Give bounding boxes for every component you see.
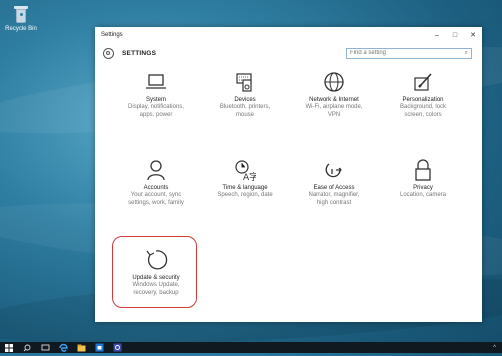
task-view-icon[interactable] [36, 342, 54, 353]
tray-chevron[interactable]: ^ [493, 345, 496, 351]
svg-text:A字: A字 [243, 171, 256, 181]
tile-name: Accounts [143, 185, 169, 191]
recycle-bin-label: Recycle Bin [5, 26, 37, 32]
tile-desc: Speech, region, date [217, 192, 273, 198]
tile-desc: mouse [235, 111, 254, 118]
recycle-bin-icon [13, 6, 29, 24]
edge-icon[interactable] [54, 342, 72, 353]
tile-desc: high contrast [316, 199, 352, 206]
tile-system[interactable]: System Display, notifications, apps, pow… [108, 71, 204, 119]
taskbar: ^ [0, 342, 502, 353]
tile-desc: VPN [327, 111, 341, 118]
tile-name: Time & language [222, 185, 268, 191]
tile-time-language[interactable]: A字 Time & language Speech, region, date [197, 159, 293, 200]
globe-icon [286, 71, 382, 93]
person-icon [108, 159, 204, 181]
minimize-button[interactable]: – [428, 27, 446, 43]
maximize-button[interactable]: □ [446, 27, 464, 43]
tile-name: Ease of Access [313, 185, 355, 191]
tile-desc: Location, camera [399, 192, 447, 198]
file-explorer-icon[interactable] [72, 342, 90, 353]
search-icon[interactable] [18, 342, 36, 353]
tile-ease-of-access[interactable]: Ease of Access Narrator, magnifier, high… [286, 159, 382, 207]
close-button[interactable]: ✕ [464, 27, 482, 43]
tile-desc: Your account, sync [130, 192, 182, 198]
start-icon[interactable] [0, 342, 18, 353]
tile-desc: apps, power [139, 111, 173, 118]
title-bar: Settings – □ ✕ [95, 27, 482, 43]
settings-window: Settings – □ ✕ SETTINGS ⌕ System Display… [95, 27, 482, 322]
search-icon: ⌕ [464, 49, 468, 56]
recycle-bin[interactable]: Recycle Bin [4, 6, 38, 32]
search-box[interactable]: ⌕ [346, 47, 472, 59]
tile-desc: Background, lock [399, 104, 447, 110]
brush-icon [375, 71, 471, 93]
tile-name: Personalization [402, 97, 444, 103]
highlight-ring [112, 236, 197, 308]
store-icon[interactable] [90, 342, 108, 353]
keyboard-speaker-icon [197, 71, 293, 93]
laptop-icon [108, 71, 204, 93]
tile-privacy[interactable]: Privacy Location, camera [375, 159, 471, 200]
tile-name: Network & Internet [309, 97, 359, 103]
tile-desc: settings, work, family [128, 199, 184, 206]
page-title: SETTINGS [122, 49, 157, 57]
window-title: Settings [101, 32, 123, 38]
lock-icon [375, 159, 471, 181]
tile-desc: screen, colors [404, 111, 442, 118]
tile-name: Devices [234, 97, 256, 103]
tile-accounts[interactable]: Accounts Your account, sync settings, wo… [108, 159, 204, 207]
settings-header: SETTINGS ⌕ [95, 43, 482, 63]
tile-personalization[interactable]: Personalization Background, lock screen,… [375, 71, 471, 119]
language-icon: A字 [197, 159, 293, 181]
tile-desc: Narrator, magnifier, [308, 192, 360, 198]
gear-icon [103, 47, 114, 59]
ease-of-access-icon [286, 159, 382, 181]
tile-desc: Wi-Fi, airplane mode, [305, 104, 363, 110]
tile-name: Privacy [413, 185, 433, 191]
tile-desc: Display, notifications, [128, 104, 184, 110]
tile-network-internet[interactable]: Network & Internet Wi-Fi, airplane mode,… [286, 71, 382, 119]
tile-desc: Bluetooth, printers, [219, 104, 271, 110]
tile-name: System [145, 97, 166, 103]
tile-devices[interactable]: Devices Bluetooth, printers, mouse [197, 71, 293, 119]
search-input[interactable] [350, 50, 465, 56]
settings-icon[interactable] [108, 342, 126, 353]
